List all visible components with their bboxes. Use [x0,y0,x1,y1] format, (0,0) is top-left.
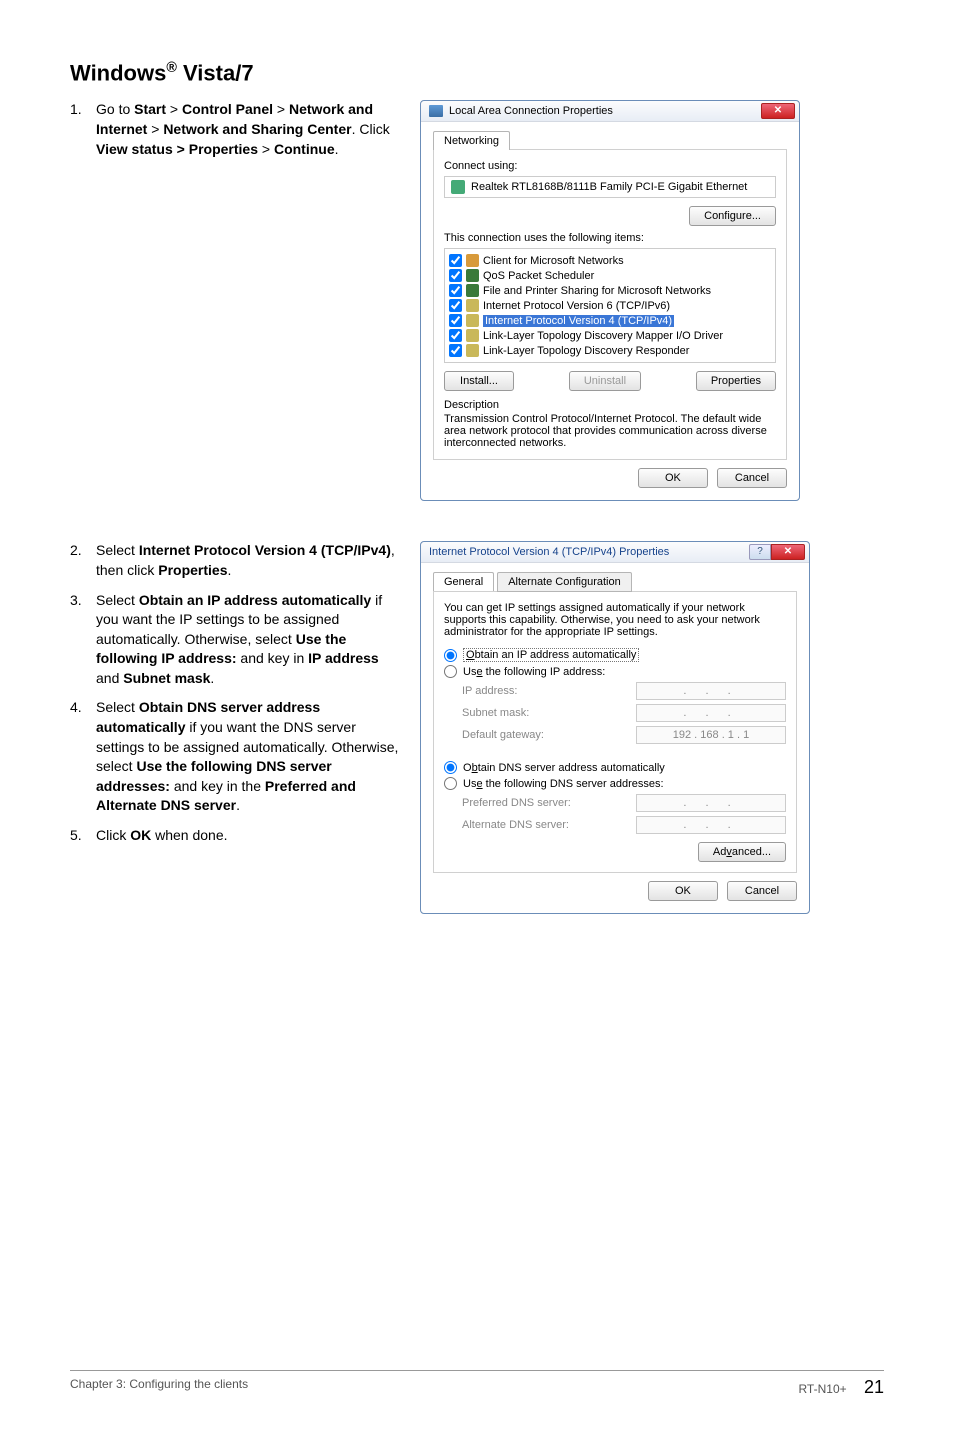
item-icon [466,299,479,312]
close-icon[interactable]: ✕ [771,544,805,560]
tab-networking[interactable]: Networking [433,131,510,150]
tab-general[interactable]: General [433,572,494,591]
radio-use-dns[interactable]: Use the following DNS server addresses: [444,777,786,790]
list-item[interactable]: Client for Microsoft Networks [449,253,771,268]
subnet-label: Subnet mask: [462,707,636,719]
item-icon [466,329,479,342]
gateway-field: 192 . 168 . 1 . 1 [636,726,786,744]
help-icon[interactable]: ? [749,544,771,560]
cancel-button[interactable]: Cancel [717,468,787,488]
advanced-button[interactable]: Advanced... [698,842,786,862]
ip-label: IP address: [462,685,636,697]
radio-use-ip[interactable]: Use the following IP address: [444,665,786,678]
instruction-step: 5.Click OK when done. [70,826,400,846]
configure-button[interactable]: Configure... [689,206,776,226]
uninstall-button[interactable]: Uninstall [569,371,641,391]
footer-chapter: Chapter 3: Configuring the clients [70,1377,248,1398]
install-button[interactable]: Install... [444,371,514,391]
radio-obtain-dns[interactable]: Obtain DNS server address automatically [444,761,786,774]
dialog-title: Internet Protocol Version 4 (TCP/IPv4) P… [429,546,669,558]
ok-button[interactable]: OK [638,468,708,488]
intro-text: You can get IP settings assigned automat… [444,602,786,638]
gateway-label: Default gateway: [462,729,636,741]
adapter-field: Realtek RTL8168B/8111B Family PCI-E Giga… [444,176,776,198]
list-item[interactable]: Link-Layer Topology Discovery Responder [449,343,771,358]
instruction-step: 4.Select Obtain DNS server address autom… [70,698,400,816]
adapter-icon [451,180,465,194]
list-item[interactable]: File and Printer Sharing for Microsoft N… [449,283,771,298]
subnet-field: . . . [636,704,786,722]
cancel-button[interactable]: Cancel [727,881,797,901]
lan-properties-dialog: Local Area Connection Properties ✕ Netwo… [420,100,800,501]
close-icon[interactable]: ✕ [761,103,795,119]
pdns-label: Preferred DNS server: [462,797,636,809]
properties-button[interactable]: Properties [696,371,776,391]
page-heading: Windows® Vista/7 [70,60,884,86]
adns-field: . . . [636,816,786,834]
radio-obtain-ip[interactable]: Obtain an IP address automatically [444,648,786,662]
description-text: Transmission Control Protocol/Internet P… [444,413,776,449]
connect-using-label: Connect using: [444,160,776,172]
items-label: This connection uses the following items… [444,232,776,244]
instruction-step: 1.Go to Start > Control Panel > Network … [70,100,400,159]
network-icon [429,105,443,117]
pdns-field: . . . [636,794,786,812]
instruction-step: 3.Select Obtain an IP address automatica… [70,591,400,689]
instruction-step: 2.Select Internet Protocol Version 4 (TC… [70,541,400,580]
footer-page: 21 [864,1377,884,1397]
dialog-title: Local Area Connection Properties [449,105,613,117]
item-icon [466,314,479,327]
list-item[interactable]: Link-Layer Topology Discovery Mapper I/O… [449,328,771,343]
item-icon [466,284,479,297]
dialog-titlebar: Local Area Connection Properties ✕ [421,101,799,122]
item-icon [466,269,479,282]
list-item[interactable]: QoS Packet Scheduler [449,268,771,283]
tab-alternate[interactable]: Alternate Configuration [497,572,632,592]
ipv4-properties-dialog: Internet Protocol Version 4 (TCP/IPv4) P… [420,541,810,914]
footer-model: RT-N10+ [798,1382,846,1396]
description-label: Description [444,399,776,411]
ip-field: . . . [636,682,786,700]
adns-label: Alternate DNS server: [462,819,636,831]
item-icon [466,344,479,357]
item-icon [466,254,479,267]
dialog-titlebar: Internet Protocol Version 4 (TCP/IPv4) P… [421,542,809,563]
list-item[interactable]: Internet Protocol Version 6 (TCP/IPv6) [449,298,771,313]
page-footer: Chapter 3: Configuring the clients RT-N1… [70,1370,884,1398]
list-item[interactable]: Internet Protocol Version 4 (TCP/IPv4) [449,313,771,328]
ok-button[interactable]: OK [648,881,718,901]
connection-items-list[interactable]: Client for Microsoft NetworksQoS Packet … [444,248,776,363]
